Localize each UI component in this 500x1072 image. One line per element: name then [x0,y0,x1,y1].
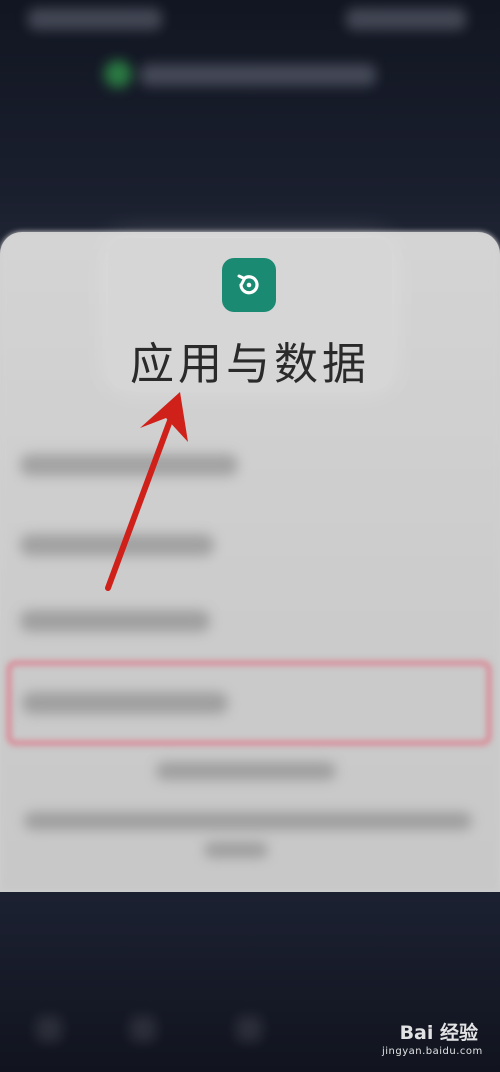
blurred-list-item [20,534,214,556]
blurred-nav-icon [236,1016,262,1042]
restore-icon-glyph [237,274,259,295]
app-title[interactable]: 应用与数据 [0,328,500,392]
watermark-sub: jingyan.baidu.com [382,1046,483,1057]
blurred-footer-text [156,762,336,780]
phone-screen: 应用与数据 Bai 经验 jingyan.baidu.com [0,0,500,1072]
blurred-notification-icon [104,60,132,88]
restore-icon[interactable] [222,258,276,312]
status-bar [0,0,500,40]
blurred-status-icons [346,8,466,30]
blurred-list-item [20,610,210,632]
blurred-nav-icon [36,1016,62,1042]
watermark-main: Bai 经验 [399,1022,478,1044]
blurred-nav-icon [130,1016,156,1042]
blurred-footer-text [24,812,472,830]
baidu-watermark: Bai 经验 jingyan.baidu.com [382,1022,483,1058]
blurred-footer-text [204,842,268,858]
blurred-notification-text [140,64,376,86]
blurred-status-text [28,8,162,30]
highlight-box [6,660,492,746]
blurred-list-item [20,454,238,476]
